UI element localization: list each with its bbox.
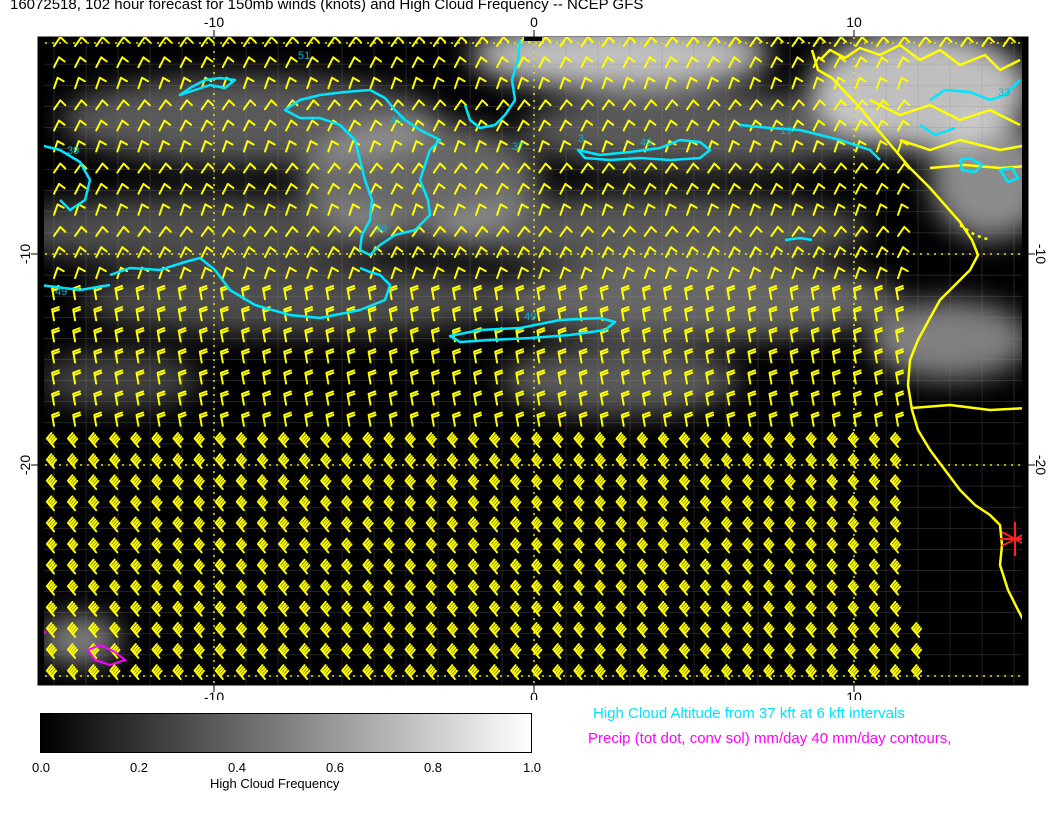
frame-edge-right — [1022, 37, 1028, 685]
colorbar-gradient — [40, 713, 532, 753]
x-tick-label: 10 — [846, 14, 862, 30]
colorbar-tick: 0.8 — [423, 760, 443, 775]
y-tick-label: -20 — [17, 455, 33, 475]
legend-precip: Precip (tot dot, conv sol) mm/day 40 mm/… — [588, 730, 952, 747]
contour-label: 49 — [55, 286, 67, 298]
colorbar-tick: 1.0 — [522, 760, 542, 775]
y-tick-label: -10 — [17, 244, 33, 264]
colorbar-tick: 0.6 — [325, 760, 345, 775]
colorbar-tick: 0.0 — [31, 760, 51, 775]
contour-label: 39 — [375, 223, 387, 235]
y-axis-right: -10 -20 — [1033, 244, 1049, 475]
frame-edge-left — [38, 37, 44, 685]
x-axis-top: -10 0 10 — [204, 14, 862, 30]
y-tick-label: -10 — [1033, 244, 1049, 264]
x-tick-label: -10 — [204, 689, 224, 700]
y-tick-label: -20 — [1033, 455, 1049, 475]
legend-cloud-altitude: High Cloud Altitude from 37 kft at 6 kft… — [593, 705, 905, 722]
contour-label: 19 — [780, 125, 792, 137]
contour-label: 37 — [512, 141, 524, 153]
x-axis-bottom: -10 0 10 — [204, 689, 862, 700]
y-axis-left: -10 -20 — [17, 244, 33, 475]
contour-label: 43 — [390, 115, 402, 127]
contour-label: 49 — [640, 137, 652, 149]
x-tick-label: -10 — [204, 14, 224, 30]
x-tick-label: 0 — [530, 689, 538, 700]
colorbar-label: High Cloud Frequency — [210, 776, 340, 791]
contour-label: 33 — [998, 87, 1010, 99]
colorbar-tick: 0.4 — [227, 760, 247, 775]
frame-edge-top-mark — [524, 37, 542, 41]
contour-label: 49 — [524, 311, 536, 323]
colorbar — [40, 713, 532, 753]
x-tick-label: 10 — [846, 689, 862, 700]
x-tick-label: 0 — [530, 14, 538, 30]
contour-label: 51 — [298, 50, 310, 62]
colorbar-tick: 0.2 — [129, 760, 149, 775]
weather-map: 51 43 37 3 39 49 39 49 49 19 33 -10 0 10… — [17, 14, 1049, 700]
contour-label: 3 — [578, 133, 584, 145]
contour-label: 39 — [67, 145, 79, 157]
